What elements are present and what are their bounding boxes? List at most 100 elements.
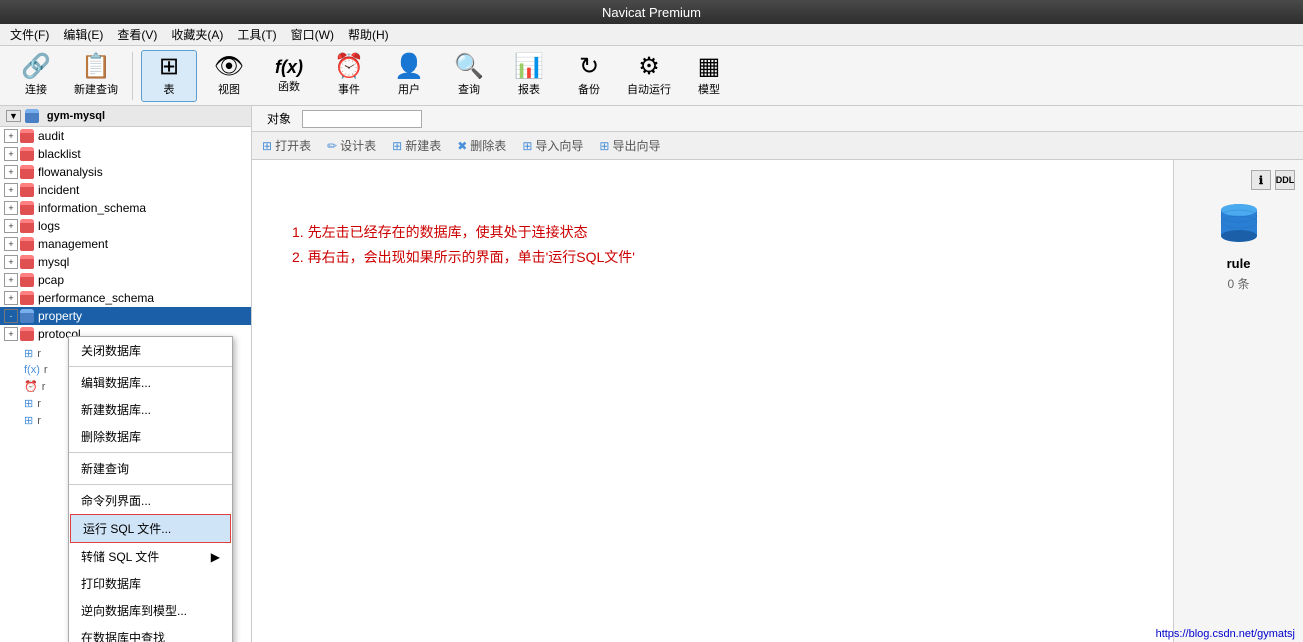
sidebar-collapse-icon[interactable]: ▼ — [6, 110, 21, 122]
expand-flowanalysis[interactable]: + — [4, 165, 18, 179]
backup-icon: ↻ — [579, 55, 599, 79]
mysql-icon — [20, 255, 34, 269]
btn-delete-table[interactable]: ✖ 删除表 — [451, 135, 512, 156]
sidebar-label-audit: audit — [38, 129, 64, 143]
sidebar-item-information-schema[interactable]: + information_schema — [0, 199, 251, 217]
ctx-command-line[interactable]: 命令列界面... — [69, 487, 232, 514]
ctx-sep-1 — [69, 366, 232, 367]
search-input[interactable] — [302, 110, 422, 128]
toolbar-new-query[interactable]: 📋 新建查询 — [68, 50, 124, 102]
sidebar-label-property: property — [38, 309, 82, 323]
expand-performance-schema[interactable]: + — [4, 291, 18, 305]
sidebar-item-management[interactable]: + management — [0, 235, 251, 253]
export-wizard-icon: ⊞ — [599, 139, 609, 153]
tab-objects[interactable]: 对象 — [256, 106, 302, 131]
toolbar-function-label: 函数 — [278, 78, 300, 94]
expand-blacklist[interactable]: + — [4, 147, 18, 161]
menu-file[interactable]: 文件(F) — [4, 24, 55, 45]
toolbar-new-query-label: 新建查询 — [74, 81, 118, 97]
ctx-find-in-db[interactable]: 在数据库中查找 — [69, 624, 232, 642]
menu-help[interactable]: 帮助(H) — [342, 24, 395, 45]
sidebar: ▼ gym-mysql + audit + blacklist + flowan… — [0, 106, 252, 642]
management-icon — [20, 237, 34, 251]
expand-logs[interactable]: + — [4, 219, 18, 233]
sidebar-label-information-schema: information_schema — [38, 201, 146, 215]
ddl-icon-btn[interactable]: DDL — [1275, 170, 1295, 190]
expand-protocol[interactable]: + — [4, 327, 18, 341]
toolbar-query[interactable]: 🔍 查询 — [441, 50, 497, 102]
sidebar-item-property[interactable]: - property — [0, 307, 251, 325]
sidebar-extra3-label: r — [42, 381, 46, 393]
performance-schema-icon — [20, 291, 34, 305]
sidebar-item-logs[interactable]: + logs — [0, 217, 251, 235]
model-icon: ▦ — [698, 55, 721, 79]
query-icon: 🔍 — [454, 55, 484, 79]
toolbar-model[interactable]: ▦ 模型 — [681, 50, 737, 102]
ctx-dump-sql[interactable]: 转储 SQL 文件 ▶ — [69, 543, 232, 570]
sidebar-item-mysql[interactable]: + mysql — [0, 253, 251, 271]
ctx-new-query[interactable]: 新建查询 — [69, 455, 232, 482]
sidebar-header: ▼ gym-mysql — [0, 106, 251, 127]
info-icon-btn[interactable]: ℹ — [1251, 170, 1271, 190]
btn-design-table-label: 设计表 — [340, 137, 376, 154]
sidebar-item-flowanalysis[interactable]: + flowanalysis — [0, 163, 251, 181]
menu-edit[interactable]: 编辑(E) — [57, 24, 109, 45]
sidebar-extra4-label: r — [37, 398, 41, 410]
sidebar-item-performance-schema[interactable]: + performance_schema — [0, 289, 251, 307]
toolbar-connect-label: 连接 — [25, 81, 47, 97]
report-icon: 📊 — [514, 55, 544, 79]
sidebar-item-incident[interactable]: + incident — [0, 181, 251, 199]
import-wizard-icon: ⊞ — [522, 139, 532, 153]
toolbar-connect[interactable]: 🔗 连接 — [8, 50, 64, 102]
toolbar-schedule[interactable]: ⚙ 自动运行 — [621, 50, 677, 102]
sidebar-label-management: management — [38, 237, 108, 251]
toolbar: 🔗 连接 📋 新建查询 ⊞ 表 👁 视图 f(x) 函数 ⏰ 事件 👤 用户 🔍… — [0, 46, 1303, 106]
expand-property[interactable]: - — [4, 309, 18, 323]
ctx-sep-3 — [69, 484, 232, 485]
btn-export-wizard-label: 导出向导 — [612, 137, 660, 154]
expand-incident[interactable]: + — [4, 183, 18, 197]
menu-favorites[interactable]: 收藏夹(A) — [165, 24, 229, 45]
btn-design-table[interactable]: ✏ 设计表 — [321, 135, 382, 156]
ctx-close-db[interactable]: 关闭数据库 — [69, 337, 232, 364]
btn-import-wizard[interactable]: ⊞ 导入向导 — [516, 135, 589, 156]
toolbar-report[interactable]: 📊 报表 — [501, 50, 557, 102]
ctx-new-db[interactable]: 新建数据库... — [69, 396, 232, 423]
expand-information-schema[interactable]: + — [4, 201, 18, 215]
toolbar-function[interactable]: f(x) 函数 — [261, 50, 317, 102]
ctx-edit-db[interactable]: 编辑数据库... — [69, 369, 232, 396]
ctx-reverse-model[interactable]: 逆向数据库到模型... — [69, 597, 232, 624]
toolbar-event[interactable]: ⏰ 事件 — [321, 50, 377, 102]
open-table-icon: ⊞ — [262, 139, 272, 153]
expand-mysql[interactable]: + — [4, 255, 18, 269]
btn-new-table[interactable]: ⊞ 新建表 — [386, 135, 447, 156]
menu-view[interactable]: 查看(V) — [111, 24, 163, 45]
menu-window[interactable]: 窗口(W) — [285, 24, 340, 45]
expand-audit[interactable]: + — [4, 129, 18, 143]
title-bar: Navicat Premium — [0, 0, 1303, 24]
app-title: Navicat Premium — [602, 5, 701, 20]
new-query-icon: 📋 — [81, 55, 111, 79]
db-large-icon — [1215, 200, 1263, 248]
expand-pcap[interactable]: + — [4, 273, 18, 287]
ctx-print-db[interactable]: 打印数据库 — [69, 570, 232, 597]
sidebar-item-blacklist[interactable]: + blacklist — [0, 145, 251, 163]
toolbar-user[interactable]: 👤 用户 — [381, 50, 437, 102]
menu-tools[interactable]: 工具(T) — [231, 24, 282, 45]
btn-open-table[interactable]: ⊞ 打开表 — [256, 135, 317, 156]
toolbar-backup[interactable]: ↻ 备份 — [561, 50, 617, 102]
sidebar-item-pcap[interactable]: + pcap — [0, 271, 251, 289]
toolbar-event-label: 事件 — [338, 81, 360, 97]
toolbar-table[interactable]: ⊞ 表 — [141, 50, 197, 102]
expand-management[interactable]: + — [4, 237, 18, 251]
btn-export-wizard[interactable]: ⊞ 导出向导 — [593, 135, 666, 156]
incident-icon — [20, 183, 34, 197]
sidebar-label-incident: incident — [38, 183, 79, 197]
ctx-run-sql[interactable]: 运行 SQL 文件... — [70, 514, 231, 543]
ctx-delete-db[interactable]: 删除数据库 — [69, 423, 232, 450]
sidebar-item-audit[interactable]: + audit — [0, 127, 251, 145]
toolbar-report-label: 报表 — [518, 81, 540, 97]
toolbar-view[interactable]: 👁 视图 — [201, 50, 257, 102]
info-panel-name: rule — [1227, 256, 1251, 271]
sidebar-label-performance-schema: performance_schema — [38, 291, 154, 305]
